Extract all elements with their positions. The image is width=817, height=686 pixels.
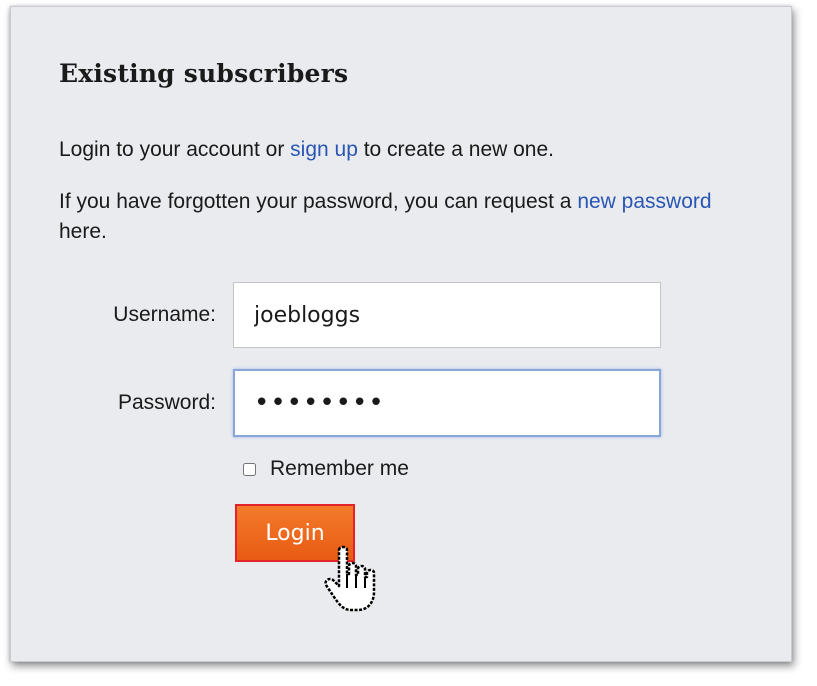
remember-me-label: Remember me	[270, 457, 409, 480]
password-label: Password:	[117, 391, 216, 414]
new-password-link[interactable]: new password	[577, 190, 711, 213]
intro-text: Login to your account or sign up to crea…	[59, 135, 759, 165]
login-panel: Existing subscribers Login to your accou…	[10, 6, 792, 662]
username-label: Username:	[113, 303, 216, 326]
intro-text-before: Login to your account or	[59, 138, 291, 161]
intro-text-after: to create a new one.	[357, 138, 555, 161]
remember-me-row: Remember me	[243, 457, 409, 481]
remember-me-checkbox[interactable]	[243, 462, 256, 476]
hand-pointer-icon	[324, 545, 376, 612]
username-field[interactable]	[233, 282, 661, 348]
password-field[interactable]	[233, 369, 661, 437]
page-title: Existing subscribers	[59, 59, 349, 88]
forgot-text-after: here.	[59, 220, 107, 243]
forgot-password-text: If you have forgotten your password, you…	[59, 187, 739, 247]
forgot-text-before: If you have forgotten your password, you…	[59, 190, 578, 213]
sign-up-link[interactable]: sign up	[290, 138, 358, 161]
